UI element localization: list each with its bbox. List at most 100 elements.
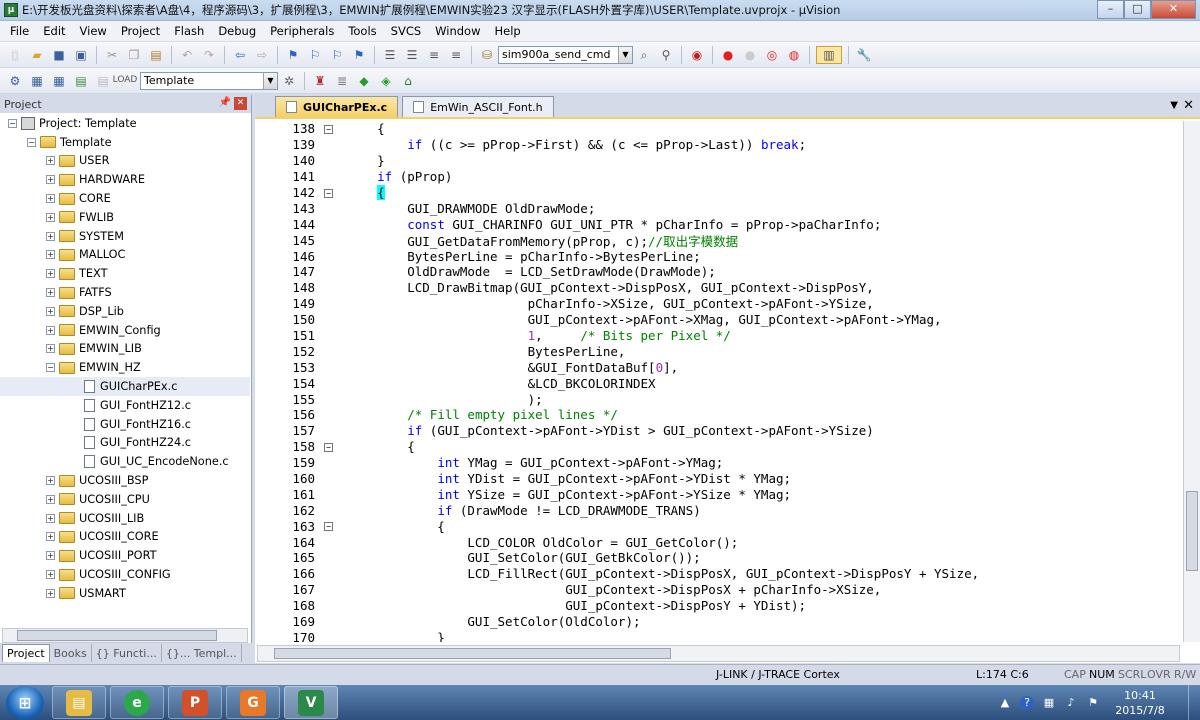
disable-breakpoint-icon[interactable]: ● bbox=[741, 46, 759, 64]
nav-back-icon[interactable]: ⇦ bbox=[231, 46, 249, 64]
tree-target[interactable]: − Template bbox=[0, 133, 250, 152]
select-pack-icon[interactable]: ◆ bbox=[355, 72, 373, 90]
save-icon[interactable]: ■ bbox=[50, 46, 68, 64]
menu-project[interactable]: Project bbox=[114, 24, 167, 38]
expand-icon[interactable]: + bbox=[46, 532, 55, 542]
pin-icon[interactable]: 📌 bbox=[219, 97, 231, 108]
redo-icon[interactable]: ↷ bbox=[200, 46, 218, 64]
download-icon[interactable]: LOAD bbox=[113, 72, 138, 90]
code-line[interactable]: 170 } bbox=[255, 630, 1180, 642]
menu-edit[interactable]: Edit bbox=[36, 24, 72, 38]
show-desktop-button[interactable] bbox=[1188, 685, 1200, 720]
tree-group[interactable]: + UCOSIII_CPU bbox=[0, 490, 250, 509]
find-combo[interactable]: sim900a_send_cmd ▼ bbox=[498, 45, 633, 64]
kill-breakpoints-icon[interactable]: ◎ bbox=[763, 46, 781, 64]
tree-group[interactable]: + UCOSIII_CORE bbox=[0, 528, 250, 547]
tree-group[interactable]: + TEXT bbox=[0, 264, 250, 283]
clear-bookmarks-icon[interactable]: ⚑ bbox=[350, 46, 368, 64]
expand-icon[interactable]: + bbox=[46, 269, 55, 279]
code-line[interactable]: 147 OldDrawMode = LCD_SetDrawMode(DrawMo… bbox=[255, 264, 1180, 280]
tree-group[interactable]: + FWLIB bbox=[0, 208, 250, 227]
chevron-down-icon[interactable]: ▼ bbox=[618, 46, 632, 63]
volume-icon[interactable]: ♪ bbox=[1064, 696, 1078, 710]
flag-icon[interactable]: ⚑ bbox=[1086, 696, 1100, 710]
editor-horizontal-scrollbar[interactable] bbox=[257, 645, 1180, 662]
code-line[interactable]: 167 GUI_pContext->DispPosX + pCharInfo->… bbox=[255, 582, 1180, 598]
code-line[interactable]: 151 1, /* Bits per Pixel */ bbox=[255, 328, 1180, 344]
editor-vertical-scrollbar[interactable] bbox=[1183, 121, 1200, 642]
open-folder-icon[interactable]: ▰ bbox=[28, 46, 46, 64]
translate-icon[interactable]: ⚙ bbox=[6, 72, 24, 90]
taskbar-explorer[interactable]: ▤ bbox=[52, 686, 106, 719]
new-file-icon[interactable]: ▯ bbox=[6, 46, 24, 64]
code-line[interactable]: 162 if (DrawMode != LCD_DRAWMODE_TRANS) bbox=[255, 502, 1180, 518]
code-line[interactable]: 169 GUI_SetColor(OldColor); bbox=[255, 614, 1180, 630]
expand-icon[interactable]: + bbox=[46, 344, 55, 354]
code-line[interactable]: 152 BytesPerLine, bbox=[255, 343, 1180, 359]
tree-group-emwin-hz[interactable]: − EMWIN_HZ bbox=[0, 358, 250, 377]
tree-root[interactable]: − Project: Template bbox=[0, 114, 250, 133]
code-line[interactable]: 165 GUI_SetColor(GUI_GetBkColor()); bbox=[255, 550, 1180, 566]
code-line[interactable]: 156 /* Fill empty pixel lines */ bbox=[255, 407, 1180, 423]
build-icon[interactable]: ▦ bbox=[28, 72, 46, 90]
tab-templates[interactable]: {}... Templ... bbox=[162, 644, 242, 662]
menu-debug[interactable]: Debug bbox=[211, 24, 263, 38]
cut-icon[interactable]: ✂ bbox=[103, 46, 121, 64]
copy-icon[interactable]: ❐ bbox=[125, 46, 143, 64]
network-icon[interactable]: ▦ bbox=[1042, 696, 1056, 710]
manage-components-icon[interactable]: ≣ bbox=[333, 72, 351, 90]
fold-icon[interactable]: − bbox=[324, 125, 333, 134]
tray-arrow-icon[interactable]: ▲ bbox=[998, 696, 1012, 710]
paste-icon[interactable]: ▤ bbox=[147, 46, 165, 64]
bookmark-icon[interactable]: ⚑ bbox=[284, 46, 302, 64]
menu-help[interactable]: Help bbox=[488, 24, 528, 38]
tree-group[interactable]: + UCOSIII_BSP bbox=[0, 471, 250, 490]
chevron-down-icon[interactable]: ▼ bbox=[263, 72, 277, 89]
tree-group[interactable]: + USER bbox=[0, 152, 250, 171]
pack-installer-icon[interactable]: ◈ bbox=[377, 72, 395, 90]
collapse-icon[interactable]: − bbox=[46, 363, 55, 373]
collapse-icon[interactable]: − bbox=[8, 118, 17, 128]
taskbar-foxit[interactable]: G bbox=[226, 686, 280, 719]
find-icon[interactable]: ⌕ bbox=[635, 46, 653, 64]
close-button[interactable]: ✕ bbox=[1151, 0, 1196, 19]
help-icon[interactable]: ? bbox=[1020, 695, 1034, 710]
expand-icon[interactable]: + bbox=[46, 588, 55, 598]
find-in-files-icon[interactable]: ⛁ bbox=[478, 46, 496, 64]
expand-icon[interactable]: + bbox=[46, 156, 55, 166]
code-line[interactable]: 163− { bbox=[255, 518, 1180, 534]
code-line[interactable]: 142− { bbox=[255, 185, 1180, 201]
clock[interactable]: 10:41 2015/7/8 bbox=[1108, 688, 1172, 718]
tree-group[interactable]: + EMWIN_Config bbox=[0, 321, 250, 340]
menu-flash[interactable]: Flash bbox=[167, 24, 211, 38]
fold-icon[interactable]: − bbox=[324, 522, 333, 532]
expand-icon[interactable]: + bbox=[46, 212, 55, 222]
unindent-icon[interactable]: ☰ bbox=[403, 46, 421, 64]
tree-group[interactable]: + FATFS bbox=[0, 283, 250, 302]
tab-books[interactable]: Books bbox=[50, 644, 92, 662]
target-combo[interactable]: Template ▼ bbox=[140, 71, 278, 90]
expand-icon[interactable]: + bbox=[46, 288, 55, 298]
tree-group[interactable]: + MALLOC bbox=[0, 246, 250, 265]
fold-icon[interactable]: − bbox=[324, 442, 333, 452]
tab-functions[interactable]: {} Functi... bbox=[92, 644, 162, 662]
collapse-icon[interactable]: − bbox=[27, 137, 36, 147]
editor-tab-emwin-ascii-font[interactable]: EmWin_ASCII_Font.h bbox=[402, 96, 554, 117]
tree-group[interactable]: + UCOSIII_CONFIG bbox=[0, 565, 250, 584]
code-line[interactable]: 155 ); bbox=[255, 391, 1180, 407]
debug-session-icon[interactable]: ◉ bbox=[688, 46, 706, 64]
tree-group[interactable]: + UCOSIII_PORT bbox=[0, 546, 250, 565]
fold-icon[interactable]: − bbox=[324, 188, 333, 198]
code-line[interactable]: 146 BytesPerLine = pCharInfo->BytesPerLi… bbox=[255, 248, 1180, 264]
tree-file[interactable]: GUI_FontHZ16.c bbox=[0, 415, 250, 434]
menu-svcs[interactable]: SVCS bbox=[384, 24, 429, 38]
configure-icon[interactable]: 🔧 bbox=[855, 46, 873, 64]
code-line[interactable]: 161 int YSize = GUI_pContext->pAFont->YS… bbox=[255, 486, 1180, 502]
prev-bookmark-icon[interactable]: ⚐ bbox=[306, 46, 324, 64]
taskbar-keil[interactable]: V bbox=[284, 686, 338, 719]
tab-project[interactable]: Project bbox=[2, 644, 50, 662]
tree-horizontal-scrollbar[interactable] bbox=[2, 628, 248, 643]
scrollbar-thumb[interactable] bbox=[1186, 491, 1198, 571]
tree-group[interactable]: + USMART bbox=[0, 584, 250, 603]
code-line[interactable]: 139 if ((c >= pProp->First) && (c <= pPr… bbox=[255, 137, 1180, 153]
